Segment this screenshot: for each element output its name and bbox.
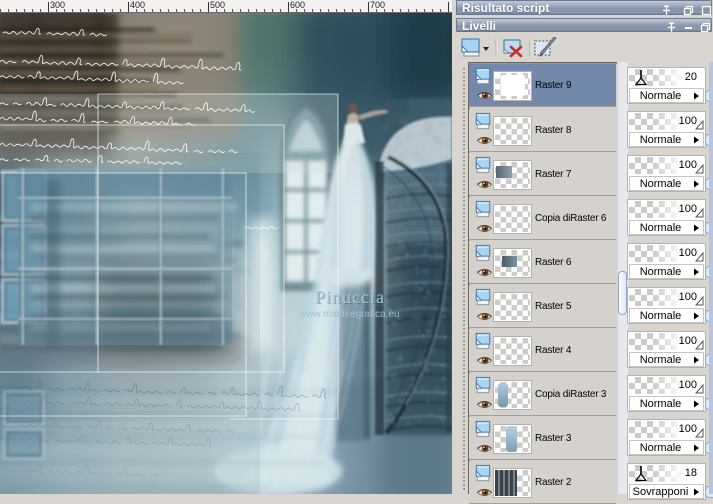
svg-text:Pinuccia: Pinuccia xyxy=(315,287,385,307)
svg-text:www.maidiregrafica.eu: www.maidiregrafica.eu xyxy=(298,309,400,320)
